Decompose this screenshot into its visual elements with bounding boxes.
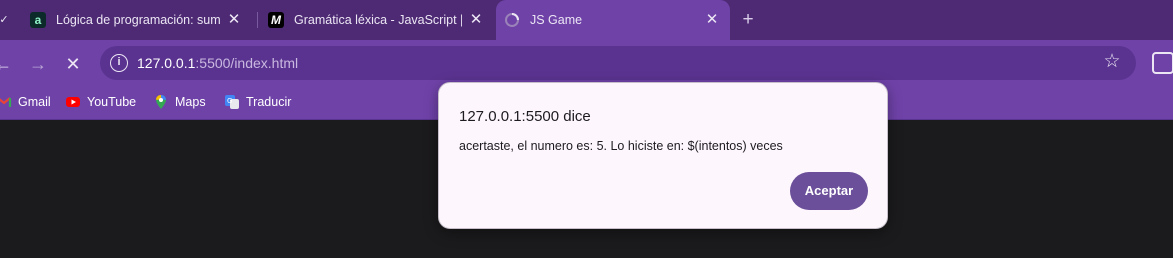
- new-tab-plus-icon[interactable]: +: [738, 10, 758, 30]
- youtube-icon: [66, 97, 80, 107]
- close-icon[interactable]: ✕: [226, 12, 242, 28]
- back-arrow-icon[interactable]: ←: [0, 53, 14, 75]
- accept-button[interactable]: Aceptar: [790, 172, 868, 210]
- stop-loading-icon[interactable]: ✕: [62, 53, 84, 75]
- tab-title: Gramática léxica - JavaScript | M: [294, 13, 462, 27]
- dialog-title: 127.0.0.1:5500 dice: [459, 108, 591, 125]
- bookmark-gmail[interactable]: Gmail: [0, 94, 51, 110]
- tab-divider: [257, 12, 258, 28]
- gmail-icon: [0, 97, 12, 107]
- bookmark-youtube[interactable]: YouTube: [65, 94, 136, 110]
- mdn-icon: M: [268, 12, 284, 28]
- bookmark-label: YouTube: [87, 95, 137, 109]
- maps-icon: [156, 95, 166, 109]
- address-bar[interactable]: i 127.0.0.1:5500/index.html ☆: [100, 46, 1136, 80]
- alura-icon: a: [30, 12, 46, 28]
- close-icon[interactable]: ✕: [704, 12, 720, 28]
- extensions-puzzle-icon[interactable]: [1152, 52, 1173, 74]
- tab-alura[interactable]: a Lógica de programación: sumér ✕: [30, 0, 252, 40]
- tab-search-chevron-icon[interactable]: ✓: [0, 10, 14, 30]
- tab-mdn[interactable]: M Gramática léxica - JavaScript | M ✕: [268, 0, 494, 40]
- tab-title: Lógica de programación: sumér: [56, 13, 221, 27]
- translate-icon: G: [225, 95, 239, 109]
- site-info-icon[interactable]: i: [110, 54, 128, 72]
- bookmark-star-icon[interactable]: ☆: [1102, 52, 1122, 72]
- alert-dialog: 127.0.0.1:5500 dice acertaste, el numero…: [438, 82, 888, 229]
- url-host: 127.0.0.1: [137, 55, 196, 71]
- bookmark-maps[interactable]: Maps: [153, 94, 206, 110]
- url-path: :5500/index.html: [195, 55, 299, 71]
- url-text[interactable]: 127.0.0.1:5500/index.html: [137, 55, 298, 71]
- tab-js-game[interactable]: JS Game ✕: [496, 0, 730, 40]
- loading-spinner-icon: [504, 12, 520, 28]
- svg-text:G: G: [227, 97, 232, 105]
- toolbar: ← → ✕ i 127.0.0.1:5500/index.html ☆: [0, 40, 1173, 86]
- close-icon[interactable]: ✕: [468, 12, 484, 28]
- dialog-message: acertaste, el numero es: 5. Lo hiciste e…: [459, 139, 783, 153]
- tab-title: JS Game: [530, 13, 583, 27]
- forward-arrow-icon[interactable]: →: [27, 53, 49, 75]
- tab-strip: ✓ a Lógica de programación: sumér ✕ M Gr…: [0, 0, 1173, 40]
- bookmark-translate[interactable]: G Traducir: [224, 94, 291, 110]
- browser-window: ✓ a Lógica de programación: sumér ✕ M Gr…: [0, 0, 1173, 258]
- bookmark-label: Gmail: [18, 95, 51, 109]
- bookmark-label: Maps: [175, 95, 206, 109]
- bookmark-label: Traducir: [246, 95, 292, 109]
